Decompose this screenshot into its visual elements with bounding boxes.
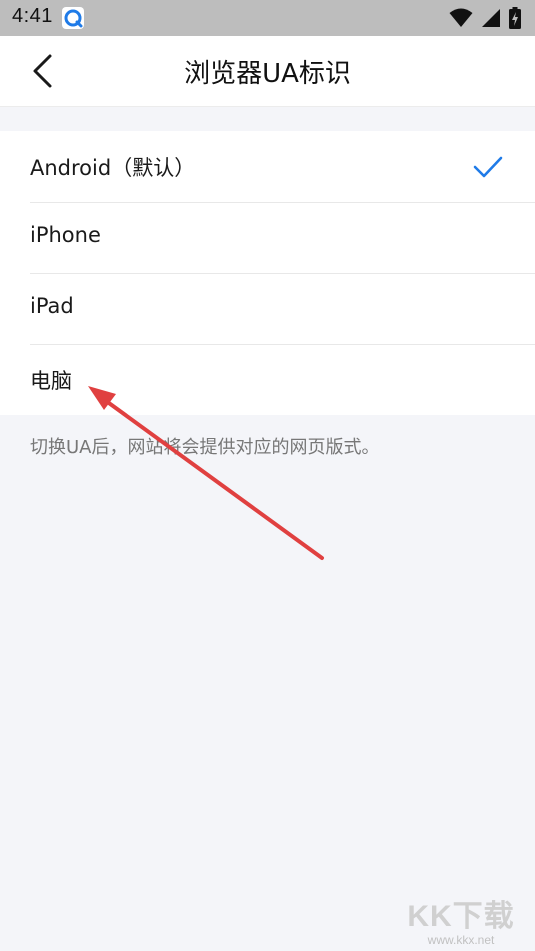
ua-option-label: iPad bbox=[30, 294, 74, 318]
status-icons bbox=[449, 6, 521, 30]
watermark-logo: KK下载 bbox=[407, 900, 515, 933]
ua-option-desktop[interactable]: 电脑 bbox=[0, 344, 535, 415]
ua-option-iphone[interactable]: iPhone bbox=[0, 202, 535, 273]
page-title: 浏览器UA标识 bbox=[184, 59, 351, 89]
app-header: 浏览器UA标识 bbox=[0, 36, 535, 107]
ua-option-label: iPhone bbox=[30, 223, 101, 247]
watermark-url: www.kkx.net bbox=[427, 933, 495, 947]
ua-hint-text: 切换UA后，网站将会提供对应的网页版式。 bbox=[30, 437, 380, 458]
ua-option-label: Android（默认） bbox=[30, 156, 196, 180]
ua-option-label: 电脑 bbox=[30, 369, 72, 393]
status-bar: 4:41 bbox=[0, 0, 535, 36]
signal-icon bbox=[482, 9, 500, 27]
watermark: KK下载 www.kkx.net bbox=[401, 891, 521, 947]
ua-option-list: Android（默认） iPhone iPad 电脑 bbox=[0, 131, 535, 415]
wifi-icon bbox=[449, 8, 473, 27]
browser-app-icon bbox=[62, 7, 84, 29]
battery-charging-icon bbox=[509, 7, 521, 29]
status-time: 4:41 bbox=[12, 5, 53, 27]
checkmark-icon bbox=[473, 156, 503, 178]
ua-option-android[interactable]: Android（默认） bbox=[0, 131, 535, 202]
ua-option-ipad[interactable]: iPad bbox=[0, 273, 535, 344]
